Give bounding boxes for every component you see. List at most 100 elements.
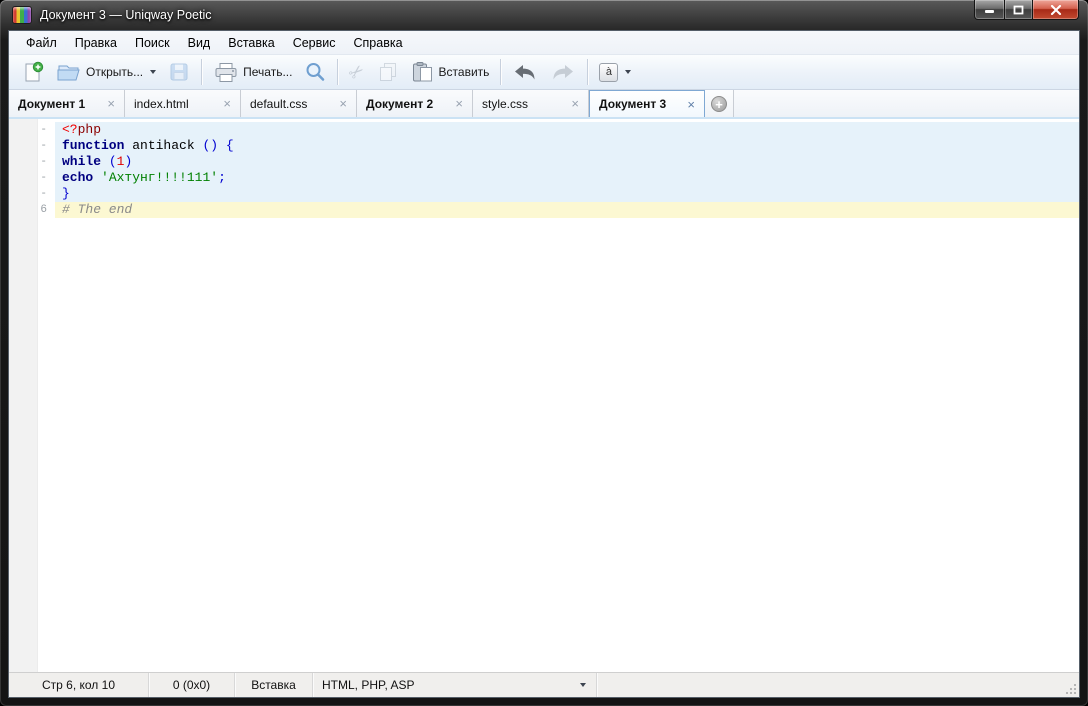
menu-item-3[interactable]: Вид: [179, 33, 220, 53]
chevron-down-icon: [580, 683, 586, 687]
tab-label: Документ 2: [366, 97, 433, 111]
tab-close-icon[interactable]: ×: [453, 96, 465, 111]
toolbar-separator: [587, 59, 588, 85]
tab-2[interactable]: default.css ×: [241, 90, 357, 117]
search-button[interactable]: [299, 58, 331, 86]
window-controls: [974, 0, 1079, 20]
tab-0[interactable]: Документ 1 ×: [9, 90, 125, 117]
undo-button[interactable]: [507, 59, 543, 85]
charmap-button[interactable]: à: [594, 60, 636, 85]
status-bar: Стр 6, кол 10 0 (0x0) Вставка HTML, PHP,…: [9, 672, 1079, 697]
open-folder-icon: [56, 62, 81, 83]
code-line-4: -echo 'Ахтунг!!!!111';: [9, 170, 1079, 186]
paste-button-label: Вставить: [439, 65, 490, 79]
title-bar: Документ 3 — Uniqway Poetic: [0, 0, 1088, 30]
line-marker: -: [9, 186, 55, 202]
plus-icon: +: [711, 96, 727, 112]
tab-label: default.css: [250, 97, 307, 111]
client-area: ФайлПравкаПоискВидВставкаСервисСправка О…: [8, 30, 1080, 698]
status-insert-mode: Вставка: [235, 673, 313, 697]
code-line-5: -}: [9, 186, 1079, 202]
code-line-3: -while (1): [9, 154, 1079, 170]
code-area[interactable]: -<?php-function antihack () {-while (1)-…: [9, 119, 1079, 672]
tab-close-icon[interactable]: ×: [569, 96, 581, 111]
maximize-icon: [1013, 5, 1024, 15]
tab-5[interactable]: Документ 3 ×: [589, 90, 705, 117]
tab-label: Документ 1: [18, 97, 85, 111]
undo-icon: [512, 62, 538, 82]
menu-item-4[interactable]: Вставка: [219, 33, 283, 53]
status-filler: [597, 673, 1079, 697]
redo-button[interactable]: [545, 59, 581, 85]
menu-item-6[interactable]: Справка: [345, 33, 412, 53]
minimize-button[interactable]: [974, 0, 1005, 20]
status-syntax-select[interactable]: HTML, PHP, ASP: [313, 673, 597, 697]
line-marker: -: [9, 154, 55, 170]
syntax-label: HTML, PHP, ASP: [322, 678, 414, 692]
print-button[interactable]: Печать...: [208, 59, 297, 86]
close-button[interactable]: [1033, 0, 1079, 20]
resize-grip[interactable]: [1066, 684, 1076, 694]
redo-icon: [550, 62, 576, 82]
tab-1[interactable]: index.html ×: [125, 90, 241, 117]
new-document-button[interactable]: [17, 58, 49, 86]
chevron-down-icon: [150, 70, 156, 74]
status-char-code: 0 (0x0): [149, 673, 235, 697]
line-marker: 6: [9, 202, 55, 218]
toolbar-separator: [337, 59, 338, 85]
code-text: echo 'Ахтунг!!!!111';: [55, 170, 1079, 186]
save-button[interactable]: [163, 58, 195, 86]
maximize-button[interactable]: [1005, 0, 1033, 20]
tab-close-icon[interactable]: ×: [685, 97, 697, 112]
menu-item-1[interactable]: Правка: [66, 33, 126, 53]
save-icon: [168, 61, 190, 83]
app-window: Документ 3 — Uniqway Poetic ФайлПравкаПо…: [0, 0, 1088, 706]
new-document-icon: [22, 61, 44, 83]
code-text: }: [55, 186, 1079, 202]
code-text: # The end: [55, 202, 1079, 218]
app-icon: [12, 6, 32, 24]
menu-item-2[interactable]: Поиск: [126, 33, 179, 53]
tab-bar: Документ 1×index.html×default.css×Докуме…: [9, 90, 1079, 119]
cut-button[interactable]: ✂: [344, 60, 369, 84]
line-marker: -: [9, 170, 55, 186]
tab-strip: Документ 1×index.html×default.css×Докуме…: [9, 90, 705, 117]
menu-item-5[interactable]: Сервис: [284, 33, 345, 53]
line-marker: -: [9, 138, 55, 154]
search-icon: [304, 61, 326, 83]
code-line-2: -function antihack () {: [9, 138, 1079, 154]
print-button-label: Печать...: [243, 65, 292, 79]
menu-item-0[interactable]: Файл: [17, 33, 66, 53]
tab-4[interactable]: style.css ×: [473, 90, 589, 117]
minimize-icon: [984, 5, 995, 14]
copy-icon: [377, 61, 399, 83]
paste-clipboard-icon: [411, 61, 434, 83]
code-line-6: 6# The end: [9, 202, 1079, 218]
toolbar-separator: [201, 59, 202, 85]
printer-icon: [213, 62, 238, 83]
code-lines: -<?php-function antihack () {-while (1)-…: [9, 119, 1079, 218]
code-text: function antihack () {: [55, 138, 1079, 154]
new-tab-button[interactable]: +: [705, 90, 734, 117]
copy-button[interactable]: [372, 58, 404, 86]
paste-button[interactable]: Вставить: [406, 58, 495, 86]
open-button-label: Открыть...: [86, 65, 143, 79]
tab-3[interactable]: Документ 2 ×: [357, 90, 473, 117]
code-text: <?php: [55, 122, 1079, 138]
close-icon: [1050, 5, 1062, 15]
toolbar: Открыть... Печать...: [9, 54, 1079, 90]
tab-label: style.css: [482, 97, 528, 111]
tab-close-icon[interactable]: ×: [105, 96, 117, 111]
tab-label: Документ 3: [599, 97, 666, 111]
chevron-down-icon: [625, 70, 631, 74]
open-button[interactable]: Открыть...: [51, 59, 161, 86]
tab-close-icon[interactable]: ×: [337, 96, 349, 111]
window-title: Документ 3 — Uniqway Poetic: [40, 8, 211, 22]
line-marker: -: [9, 122, 55, 138]
status-cursor-position: Стр 6, кол 10: [9, 673, 149, 697]
cut-scissors-icon: ✂: [345, 60, 368, 83]
code-text: while (1): [55, 154, 1079, 170]
toolbar-separator: [500, 59, 501, 85]
tab-label: index.html: [134, 97, 189, 111]
tab-close-icon[interactable]: ×: [221, 96, 233, 111]
